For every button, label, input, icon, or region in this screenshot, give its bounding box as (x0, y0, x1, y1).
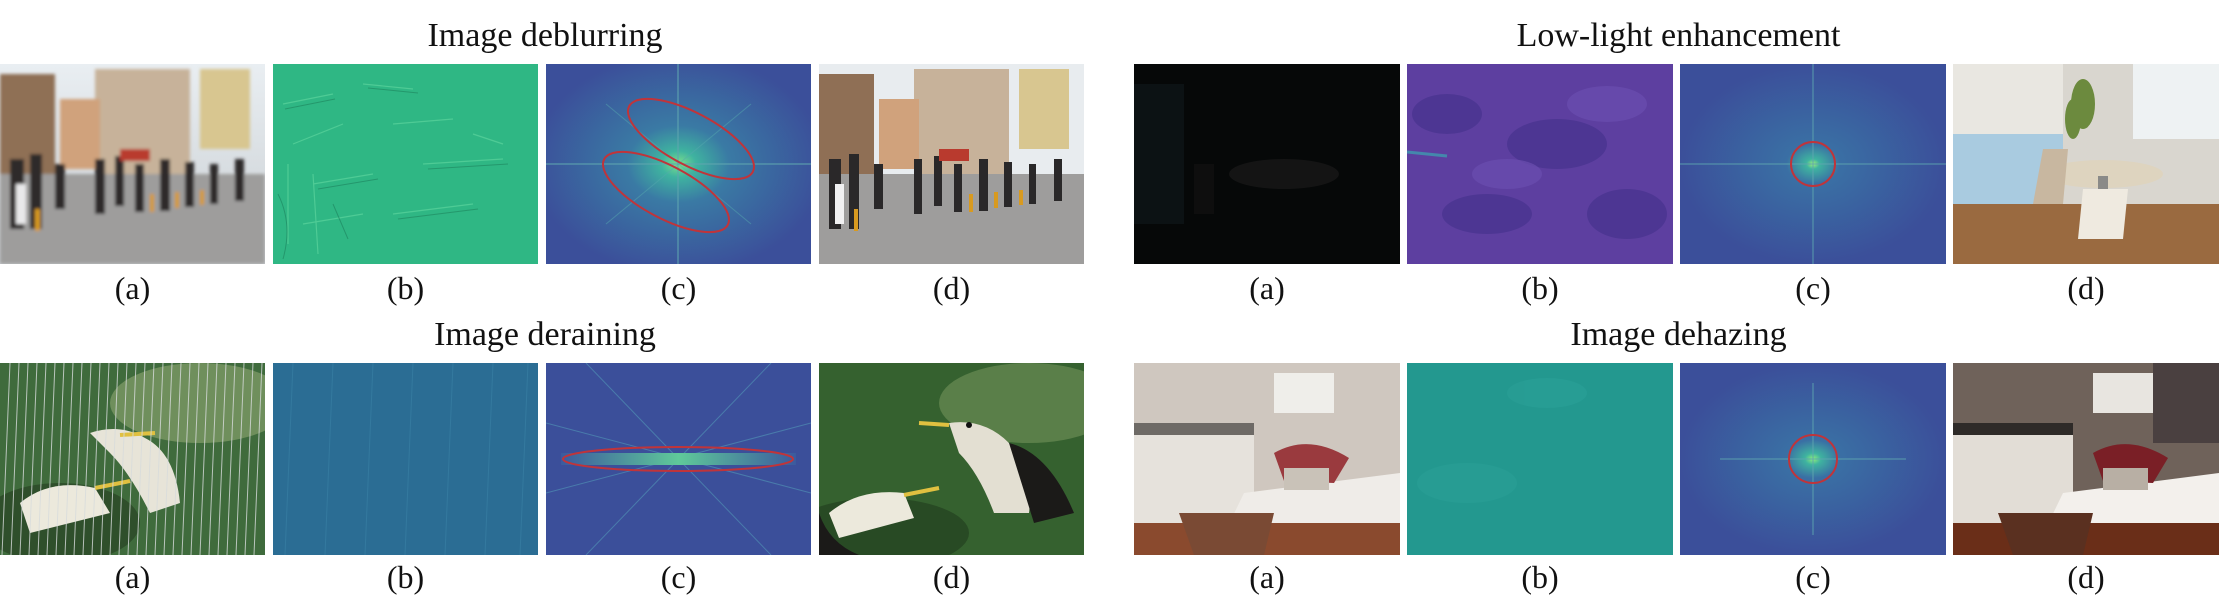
frequency-spectrum (546, 363, 811, 555)
derained-output-image (819, 363, 1084, 555)
residual-map (273, 363, 538, 555)
enhanced-output-image (1953, 64, 2219, 264)
group-image-dehazing: Image dehazing (a) (b) (c) (d) (1134, 315, 2223, 610)
caption-b: (b) (386, 559, 425, 595)
caption-d: (d) (2067, 559, 2105, 595)
caption-a: (a) (1249, 270, 1285, 306)
restored-output-image (819, 64, 1084, 264)
residual-map (1407, 363, 1673, 555)
group-title: Image deraining (434, 316, 656, 353)
group-image-deraining: Image deraining (a) (b) (c) (d) (0, 315, 1090, 610)
caption-c: (c) (660, 270, 697, 306)
caption-a: (a) (114, 270, 151, 306)
caption-d: (d) (932, 270, 971, 306)
caption-c: (c) (1795, 270, 1831, 306)
frequency-spectrum (546, 64, 811, 264)
blurry-input-image (0, 64, 265, 264)
caption-b: (b) (1521, 559, 1559, 595)
low-light-input-image (1134, 64, 1400, 264)
hazy-input-image (1134, 363, 1400, 555)
group-low-light-enhancement: Low-light enhancement (a) (b) (c) (d) (1134, 14, 2223, 314)
rainy-input-image (0, 363, 265, 555)
group-image-deblurring: Image deblurring (a) (b) (c) (d) (0, 14, 1090, 314)
frequency-spectrum (1680, 64, 1946, 264)
frequency-spectrum (1680, 363, 1946, 555)
caption-c: (c) (660, 559, 697, 595)
caption-b: (b) (386, 270, 425, 306)
caption-a: (a) (1249, 559, 1285, 595)
caption-a: (a) (114, 559, 151, 595)
caption-b: (b) (1521, 270, 1559, 306)
residual-map (273, 64, 538, 264)
caption-d: (d) (2067, 270, 2105, 306)
residual-map (1407, 64, 1673, 264)
dehazed-output-image (1953, 363, 2219, 555)
group-title: Image dehazing (1570, 316, 1787, 353)
caption-c: (c) (1795, 559, 1831, 595)
group-title: Image deblurring (427, 17, 663, 54)
group-title: Low-light enhancement (1516, 17, 1841, 54)
caption-d: (d) (932, 559, 971, 595)
